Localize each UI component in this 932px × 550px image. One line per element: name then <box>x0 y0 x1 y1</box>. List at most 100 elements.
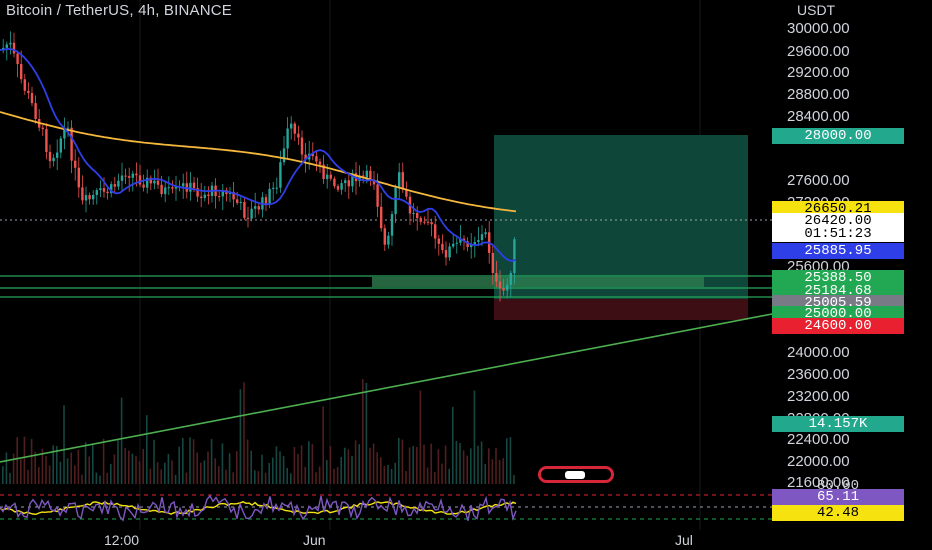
candle-body <box>340 183 343 190</box>
candle-body <box>192 182 196 189</box>
volume-bar <box>506 438 508 484</box>
candle-body <box>27 90 30 94</box>
support-zone[interactable] <box>372 277 704 287</box>
volume-bar <box>174 474 177 484</box>
candlestick-series <box>2 31 516 302</box>
price-tick: 24000.00 <box>787 344 850 361</box>
candle-body <box>441 243 444 251</box>
candle-body <box>113 184 116 187</box>
volume-bar <box>124 447 126 484</box>
volume-bar <box>304 466 306 484</box>
candle-body <box>502 288 505 291</box>
volume-bar <box>146 415 148 484</box>
volume-bar <box>189 437 191 484</box>
volume-bar <box>164 462 166 484</box>
volume-bar <box>210 439 213 484</box>
volume-bar <box>455 441 458 484</box>
candle-body <box>254 206 257 209</box>
volume-bar <box>423 444 425 484</box>
us-flag-event-icon[interactable] <box>538 466 614 483</box>
candle-body <box>164 187 167 195</box>
volume-bar <box>117 440 119 484</box>
candle-body <box>77 167 80 188</box>
symbol-title[interactable]: Bitcoin / TetherUS, 4h, BINANCE <box>6 2 232 19</box>
candle-body <box>171 187 174 189</box>
volume-bar <box>437 449 440 484</box>
volume-bar <box>2 466 4 484</box>
volume-bar <box>34 451 36 484</box>
candle-body <box>59 138 62 153</box>
volume-bar <box>340 457 342 484</box>
volume-bar <box>95 472 98 484</box>
volume-bar <box>441 463 443 484</box>
volume-bar <box>203 460 206 484</box>
ma-blue-price-badge: 25885.95 <box>772 243 904 259</box>
volume-bar <box>430 443 432 484</box>
volume-bar <box>218 466 220 484</box>
volume-bars <box>2 379 515 484</box>
candle-body <box>275 187 278 189</box>
volume-bar <box>434 472 436 484</box>
candle-body <box>203 194 206 198</box>
candle-body <box>182 183 185 187</box>
ma-slow-line <box>0 111 517 213</box>
profit-target-zone[interactable] <box>494 135 748 299</box>
candle-body <box>268 188 271 205</box>
volume-bar <box>495 447 497 484</box>
candle-body <box>16 53 19 65</box>
volume-bar <box>214 458 216 484</box>
candle-body <box>329 174 332 179</box>
volume-bar <box>178 446 180 484</box>
candle-body <box>282 148 286 163</box>
candle-body <box>167 187 170 189</box>
volume-bar <box>491 459 494 484</box>
volume-bar <box>88 456 90 484</box>
price-tick: 27600.00 <box>787 172 850 189</box>
volume-bar <box>358 444 360 484</box>
candle-body <box>45 129 48 152</box>
candle-body <box>200 196 203 198</box>
volume-bar <box>182 438 184 484</box>
volume-bar <box>138 461 141 484</box>
volume-bar <box>99 475 101 484</box>
volume-bar <box>369 447 371 484</box>
ascending-trendline[interactable] <box>0 313 773 463</box>
candle-body <box>156 180 160 185</box>
volume-bar <box>333 468 335 484</box>
candle-body <box>95 190 98 195</box>
volume-bar <box>264 472 267 484</box>
candle-body <box>128 176 131 178</box>
volume-bar <box>77 449 80 484</box>
volume-bar <box>426 467 429 484</box>
candle-body <box>412 212 415 214</box>
volume-bar <box>30 438 33 484</box>
volume-bar <box>81 474 83 484</box>
candle-body <box>30 93 34 104</box>
volume-bar <box>272 457 274 484</box>
volume-bar <box>362 379 364 484</box>
candle-body <box>387 235 390 245</box>
stop-loss-zone[interactable] <box>494 299 748 320</box>
candle-body <box>394 187 397 215</box>
candle-body <box>246 217 250 219</box>
candle-body <box>250 208 253 219</box>
volume-bar <box>106 472 108 484</box>
candle-body <box>484 232 487 235</box>
candle-body <box>120 175 124 181</box>
candle-body <box>376 184 379 207</box>
candle-body <box>452 243 455 247</box>
volume-bar <box>149 468 152 484</box>
volume-bar <box>135 455 137 484</box>
volume-bar <box>293 447 296 484</box>
candle-body <box>106 191 109 194</box>
target-price-badge: 28000.00 <box>772 128 904 144</box>
time-label-jul: Jul <box>675 532 693 548</box>
candle-body <box>189 182 192 192</box>
candle-body <box>448 246 451 258</box>
price-tick: 23600.00 <box>787 366 850 383</box>
candle-body <box>426 221 430 223</box>
candle-body <box>513 239 516 274</box>
candle-body <box>336 186 340 190</box>
volume-bar <box>297 454 299 484</box>
volume-bar <box>444 445 447 484</box>
